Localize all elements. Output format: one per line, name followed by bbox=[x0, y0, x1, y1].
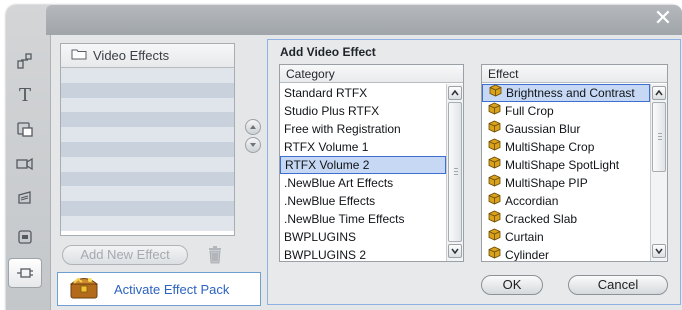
effect-item-label: Full Crop bbox=[505, 104, 554, 118]
effect-scrollbar[interactable] bbox=[650, 84, 667, 261]
chevron-down-icon bbox=[451, 248, 459, 254]
effect-item[interactable]: MultiShape PIP bbox=[482, 174, 650, 192]
effect-scroll-down-button[interactable] bbox=[652, 244, 666, 258]
video-effects-title: Video Effects bbox=[93, 48, 170, 63]
category-item[interactable]: Studio Plus RTFX bbox=[280, 102, 446, 120]
effect-item-label: Brightness and Contrast bbox=[506, 86, 635, 100]
transitions-icon[interactable] bbox=[8, 114, 42, 144]
category-list[interactable]: Standard RTFX Studio Plus RTFX Free with R… bbox=[280, 84, 446, 261]
sound-effects-icon[interactable] bbox=[8, 182, 42, 212]
move-up-button[interactable] bbox=[245, 119, 261, 135]
category-header: Category bbox=[280, 65, 463, 83]
chevron-up-icon bbox=[451, 90, 459, 96]
effect-item[interactable]: MultiShape Crop bbox=[482, 138, 650, 156]
camera-effects-icon[interactable] bbox=[8, 148, 42, 178]
close-icon[interactable]: ✕ bbox=[652, 8, 674, 30]
effect-item-label: MultiShape PIP bbox=[505, 176, 588, 190]
effect-item-label: Cracked Slab bbox=[505, 212, 578, 226]
effect-cube-icon bbox=[488, 246, 501, 261]
effect-slot-row[interactable] bbox=[61, 112, 234, 128]
activate-effect-pack[interactable]: Activate Effect Pack bbox=[57, 272, 261, 306]
category-item[interactable]: Free with Registration bbox=[280, 120, 446, 138]
effect-scroll-up-button[interactable] bbox=[652, 86, 666, 100]
category-scroll-down-button[interactable] bbox=[448, 244, 462, 258]
effect-cube-icon bbox=[488, 174, 501, 192]
effect-slot-row[interactable] bbox=[61, 171, 234, 187]
video-effects-header: Video Effects bbox=[61, 44, 234, 68]
effect-scroll-thumb[interactable] bbox=[652, 102, 666, 172]
effect-slot-row[interactable] bbox=[61, 215, 234, 231]
add-new-effect-button[interactable]: Add New Effect bbox=[62, 245, 188, 265]
activate-effect-pack-label: Activate Effect Pack bbox=[114, 281, 230, 297]
effect-slot-row[interactable] bbox=[61, 82, 234, 98]
image-tools-icon[interactable] bbox=[8, 46, 42, 76]
treasure-chest-icon bbox=[68, 274, 100, 305]
effect-item-label: MultiShape Crop bbox=[505, 140, 595, 154]
tool-sidebar: T bbox=[6, 36, 50, 310]
effect-item[interactable]: Accordian bbox=[482, 192, 650, 210]
effect-item-label: MultiShape SpotLight bbox=[505, 158, 620, 172]
effect-slot-row[interactable] bbox=[61, 97, 234, 113]
menu-icon[interactable] bbox=[8, 222, 42, 252]
video-effects-panel: Video Effects bbox=[60, 43, 235, 236]
arrow-up-icon bbox=[250, 125, 256, 129]
category-item[interactable]: .NewBlue Effects bbox=[280, 192, 446, 210]
category-scroll-up-button[interactable] bbox=[448, 86, 462, 100]
effect-cube-icon bbox=[488, 102, 501, 120]
effect-item-label: Accordian bbox=[505, 194, 559, 208]
add-video-effect-title: Add Video Effect bbox=[280, 45, 376, 59]
ok-button[interactable]: OK bbox=[481, 275, 543, 295]
effect-cube-icon bbox=[489, 84, 502, 102]
effect-cube-icon bbox=[488, 210, 501, 228]
category-scrollbar[interactable] bbox=[446, 84, 463, 261]
title-text-icon[interactable]: T bbox=[8, 80, 42, 110]
effect-cube-icon bbox=[488, 228, 501, 246]
category-scroll-thumb[interactable] bbox=[448, 102, 462, 242]
effect-slot-row[interactable] bbox=[61, 201, 234, 216]
effect-item-label: Cylinder bbox=[505, 248, 550, 261]
chevron-down-icon bbox=[655, 248, 663, 254]
effect-cube-icon bbox=[488, 138, 501, 156]
folder-icon bbox=[71, 48, 87, 63]
effect-item[interactable]: Cylinder bbox=[482, 246, 650, 261]
category-item[interactable]: RTFX Volume 1 bbox=[280, 138, 446, 156]
effect-slot-row[interactable] bbox=[61, 127, 234, 142]
effect-header: Effect bbox=[482, 65, 667, 83]
move-down-button[interactable] bbox=[245, 137, 261, 153]
effect-item-label: Gaussian Blur bbox=[505, 122, 581, 136]
effect-item[interactable]: Gaussian Blur bbox=[482, 120, 650, 138]
category-item[interactable]: BWPLUGINS bbox=[280, 228, 446, 246]
effect-item[interactable]: Full Crop bbox=[482, 102, 650, 120]
cancel-button[interactable]: Cancel bbox=[568, 275, 668, 295]
effect-item[interactable]: Brightness and Contrast bbox=[482, 84, 650, 102]
effect-item[interactable]: Cracked Slab bbox=[482, 210, 650, 228]
effect-item[interactable]: Curtain bbox=[482, 228, 650, 246]
effect-slot-row[interactable] bbox=[61, 186, 234, 202]
effect-slot-row[interactable] bbox=[61, 141, 234, 157]
effect-cube-icon bbox=[488, 192, 501, 210]
title-text-glyph: T bbox=[18, 84, 31, 106]
effect-cube-icon bbox=[488, 120, 501, 138]
category-item[interactable]: BWPLUGINS 2 bbox=[280, 246, 446, 261]
effect-slot-row[interactable] bbox=[61, 68, 234, 83]
category-item[interactable]: .NewBlue Time Effects bbox=[280, 210, 446, 228]
effects-icon[interactable] bbox=[8, 258, 42, 288]
category-listbox[interactable]: Category Standard RTFX Studio Plus RTFX Fr… bbox=[279, 64, 464, 262]
video-effects-list[interactable] bbox=[61, 68, 234, 231]
effect-slot-row[interactable] bbox=[61, 156, 234, 172]
arrow-down-icon bbox=[250, 143, 256, 147]
effect-list[interactable]: Brightness and Contrast Full Crop Gaussian… bbox=[482, 84, 650, 261]
title-bar: ✕ bbox=[46, 5, 682, 35]
effect-item[interactable]: MultiShape SpotLight bbox=[482, 156, 650, 174]
chevron-up-icon bbox=[655, 90, 663, 96]
effect-item-label: Curtain bbox=[505, 230, 544, 244]
trash-icon[interactable] bbox=[207, 244, 223, 264]
effect-listbox[interactable]: Effect Brightness and Contrast Full Crop G… bbox=[481, 64, 668, 262]
category-item[interactable]: Standard RTFX bbox=[280, 84, 446, 102]
effect-cube-icon bbox=[488, 156, 501, 174]
category-item[interactable]: .NewBlue Art Effects bbox=[280, 174, 446, 192]
category-item[interactable]: RTFX Volume 2 bbox=[280, 156, 446, 174]
